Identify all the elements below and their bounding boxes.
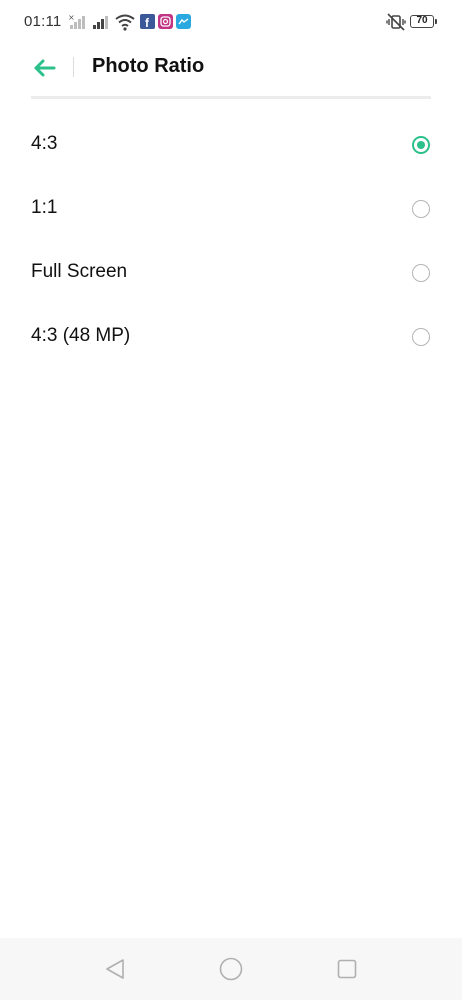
- header-separator: [31, 96, 431, 99]
- page-title: Photo Ratio: [92, 55, 205, 77]
- arrow-left-icon: [34, 59, 56, 77]
- nav-home-icon[interactable]: [219, 957, 243, 981]
- radio-button[interactable]: [412, 328, 430, 346]
- photo-ratio-options: 4:3 1:1 Full Screen 4:3 (48 MP): [0, 113, 462, 369]
- option-label: Full Screen: [31, 261, 128, 282]
- instagram-icon: [158, 14, 173, 29]
- battery-level: 70: [416, 15, 428, 26]
- back-button[interactable]: [26, 52, 62, 84]
- battery-icon: 70: [410, 15, 437, 28]
- facebook-icon: f: [140, 14, 155, 29]
- status-bar: 01:11 × f 70: [0, 0, 462, 44]
- radio-button[interactable]: [412, 264, 430, 282]
- wifi-icon: [115, 14, 135, 31]
- svg-text:×: ×: [68, 14, 75, 22]
- signal-no-service-icon: ×: [68, 14, 85, 29]
- header-divider: [73, 57, 74, 77]
- option-label: 4:3: [31, 133, 58, 154]
- messenger-icon: [176, 14, 191, 29]
- status-time: 01:11: [24, 13, 62, 30]
- option-full-screen[interactable]: Full Screen: [0, 241, 462, 305]
- signal-icon: [93, 16, 108, 29]
- option-4-3-48mp[interactable]: 4:3 (48 MP): [0, 305, 462, 369]
- radio-button[interactable]: [412, 136, 430, 154]
- navigation-bar: [0, 938, 462, 1000]
- option-label: 4:3 (48 MP): [31, 325, 131, 346]
- nav-back-icon[interactable]: [104, 958, 126, 980]
- option-label: 1:1: [31, 197, 58, 218]
- vibrate-icon: [386, 13, 406, 31]
- header: Photo Ratio: [0, 44, 462, 94]
- option-4-3[interactable]: 4:3: [0, 113, 462, 177]
- option-1-1[interactable]: 1:1: [0, 177, 462, 241]
- nav-recents-icon[interactable]: [337, 959, 357, 979]
- radio-button[interactable]: [412, 200, 430, 218]
